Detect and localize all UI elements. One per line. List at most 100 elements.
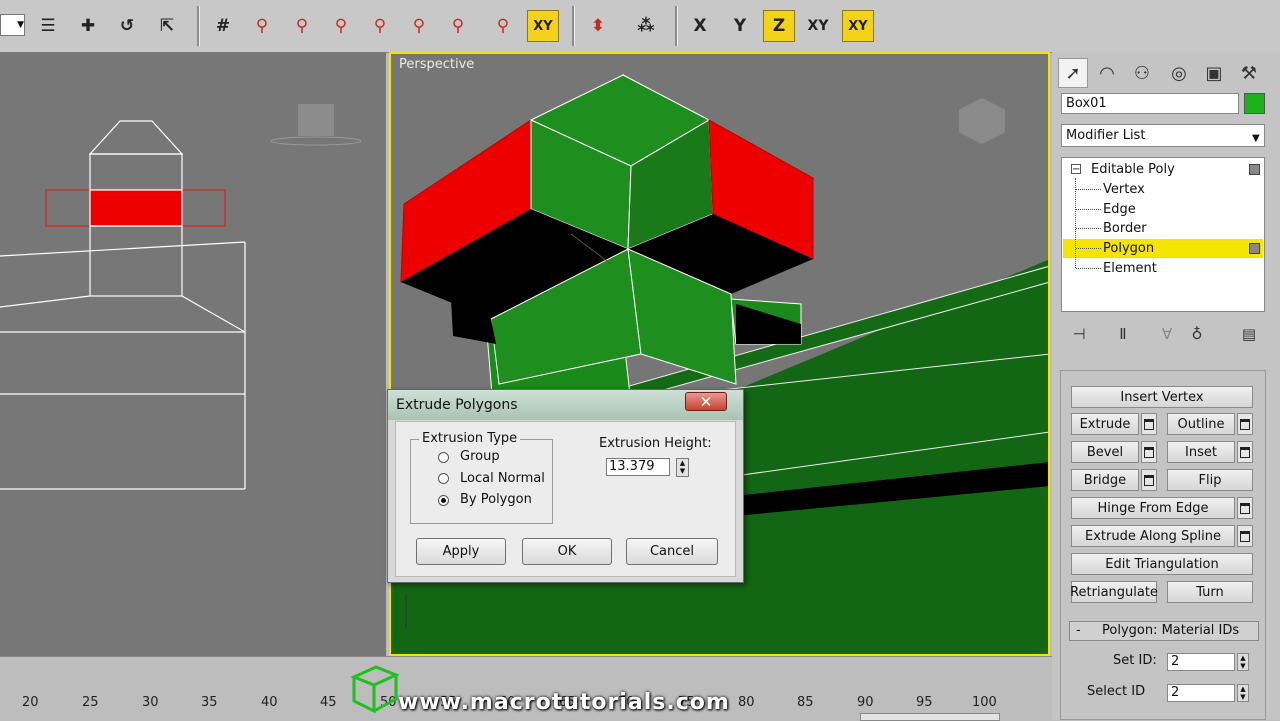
utilities-tab-icon[interactable]: ⚒ [1234, 58, 1264, 88]
snap-edge-icon[interactable]: ⚲ [364, 10, 396, 42]
turn-button[interactable]: Turn [1167, 581, 1253, 603]
pin-stack-icon[interactable]: ⊣ [1067, 322, 1091, 346]
snap-midpoint-icon[interactable]: ⚲ [325, 10, 357, 42]
select-id-field[interactable]: 2 [1167, 684, 1235, 702]
radio-label-local-normal[interactable]: Local Normal [460, 471, 545, 486]
insert-vertex-button[interactable]: Insert Vertex [1071, 386, 1253, 408]
extrude-settings-icon[interactable] [1141, 413, 1157, 435]
front-viewport[interactable] [0, 52, 386, 656]
stack-item-label: Vertex [1103, 182, 1145, 197]
scale-icon[interactable]: ⇱ [151, 10, 183, 42]
rollout-title: Polygon: Material IDs [1102, 623, 1240, 638]
rotate-icon[interactable]: ↺ [111, 10, 143, 42]
viewcube-icon[interactable] [270, 104, 362, 146]
extrude-spline-settings-icon[interactable] [1237, 525, 1253, 547]
cancel-button[interactable]: Cancel [626, 538, 718, 565]
axis-y-button[interactable]: Y [724, 10, 756, 42]
dialog-title-bar[interactable]: Extrude Polygons ✕ [388, 390, 743, 420]
selection-filter-dropdown[interactable]: ▼ [0, 14, 25, 36]
radio-label-by-polygon[interactable]: By Polygon [460, 492, 532, 507]
collapse-toggle[interactable]: - [1076, 622, 1081, 640]
snap-grid-icon[interactable]: # [207, 10, 239, 42]
stack-item-vertex[interactable]: Vertex [1063, 180, 1263, 199]
snap-perpendicular-icon[interactable]: ⚲ [487, 10, 519, 42]
stack-item-editable-poly[interactable]: − Editable Poly [1063, 160, 1263, 179]
timeline-tick: 45 [320, 695, 337, 710]
axis-xy-button[interactable]: XY [802, 10, 834, 42]
make-unique-icon[interactable]: ∀ [1155, 322, 1179, 346]
extrude-along-spline-button[interactable]: Extrude Along Spline [1071, 525, 1235, 547]
axis-xy-cycle-button[interactable]: XY [842, 10, 874, 42]
radio-by-polygon[interactable] [438, 495, 449, 506]
flip-button[interactable]: Flip [1167, 469, 1253, 491]
timeline-tick: 95 [916, 695, 933, 710]
extrusion-height-spinner[interactable]: ▲ ▼ [676, 458, 689, 477]
retriangulate-button[interactable]: Retriangulate [1070, 581, 1158, 603]
modifier-list-dropdown[interactable]: Modifier List ▼ [1061, 124, 1265, 147]
watermark-text: www.macrotutorials.com [398, 690, 730, 715]
snap-face-icon[interactable]: ⚲ [403, 10, 435, 42]
timeline-tick: 80 [738, 695, 755, 710]
extrude-polygons-dialog: Extrude Polygons ✕ Extrusion Type Group … [387, 389, 744, 583]
collapse-icon[interactable]: − [1071, 164, 1081, 175]
select-id-spinner[interactable]: ▲ ▼ [1237, 684, 1249, 702]
bevel-settings-icon[interactable] [1141, 441, 1157, 463]
ok-button[interactable]: OK [522, 538, 612, 565]
stack-item-label: Edge [1103, 202, 1136, 217]
close-icon[interactable]: ✕ [685, 392, 727, 411]
edit-triangulation-button[interactable]: Edit Triangulation [1071, 553, 1253, 575]
snap-pivot-icon[interactable]: ⚲ [442, 10, 474, 42]
apply-button[interactable]: Apply [416, 538, 506, 565]
object-name-field[interactable]: Box01 [1061, 93, 1239, 114]
stack-root-label: Editable Poly [1091, 162, 1175, 177]
object-color-swatch[interactable] [1244, 93, 1265, 114]
select-by-name-icon[interactable]: ☰ [32, 10, 64, 42]
inset-settings-icon[interactable] [1237, 441, 1253, 463]
radio-group[interactable] [438, 452, 449, 463]
snap-vertex-icon[interactable]: ⚲ [246, 10, 278, 42]
hinge-settings-icon[interactable] [1237, 497, 1253, 519]
material-ids-rollout-header[interactable]: - Polygon: Material IDs [1069, 621, 1259, 641]
stack-item-polygon[interactable]: Polygon [1063, 239, 1263, 258]
move-icon[interactable]: ✚ [72, 10, 104, 42]
axis-z-button[interactable]: Z [763, 10, 795, 42]
array-icon[interactable]: ⁂ [630, 10, 662, 42]
dialog-title: Extrude Polygons [396, 397, 518, 413]
modifier-list-label: Modifier List [1066, 128, 1146, 143]
radio-local-normal[interactable] [438, 473, 449, 484]
bridge-settings-icon[interactable] [1141, 469, 1157, 491]
extrude-button[interactable]: Extrude [1071, 413, 1139, 435]
stack-item-border[interactable]: Border [1063, 219, 1263, 238]
outline-settings-icon[interactable] [1237, 413, 1253, 435]
group-title: Extrusion Type [419, 431, 521, 446]
timeline-tick: 90 [857, 695, 874, 710]
outline-button[interactable]: Outline [1167, 413, 1235, 435]
create-tab-icon[interactable]: ➚ [1058, 58, 1088, 88]
extrusion-height-input[interactable]: 13.379 [606, 458, 670, 476]
stack-toggle-icon[interactable] [1249, 243, 1260, 254]
stack-tools: ⊣ Ⅱ ∀ ♁ ▤ [1061, 320, 1265, 348]
motion-tab-icon[interactable]: ◎ [1164, 58, 1194, 88]
stack-item-edge[interactable]: Edge [1063, 200, 1263, 219]
bridge-button[interactable]: Bridge [1071, 469, 1139, 491]
snap-endpoint-icon[interactable]: ⚲ [286, 10, 318, 42]
set-id-spinner[interactable]: ▲ ▼ [1237, 653, 1249, 671]
stack-item-element[interactable]: Element [1063, 259, 1263, 278]
modify-tab-icon[interactable]: ◠ [1092, 58, 1122, 88]
bevel-button[interactable]: Bevel [1071, 441, 1139, 463]
radio-label-group[interactable]: Group [460, 449, 500, 464]
axis-x-button[interactable]: X [684, 10, 716, 42]
hinge-from-edge-button[interactable]: Hinge From Edge [1071, 497, 1235, 519]
configure-sets-icon[interactable]: ▤ [1237, 322, 1261, 346]
display-tab-icon[interactable]: ▣ [1199, 58, 1229, 88]
stack-toggle-icon[interactable] [1249, 164, 1260, 175]
snap-axis-constraint-button[interactable]: XY [527, 10, 559, 42]
inset-button[interactable]: Inset [1167, 441, 1235, 463]
remove-modifier-icon[interactable]: ♁ [1185, 322, 1209, 346]
select-id-button[interactable]: Select ID [1087, 684, 1145, 699]
hierarchy-tab-icon[interactable]: ⚇ [1127, 58, 1157, 88]
set-id-field[interactable]: 2 [1167, 653, 1235, 671]
align-icon[interactable]: ⬍ [582, 10, 614, 42]
command-panel: ➚ ◠ ⚇ ◎ ▣ ⚒ Box01 Modifier List ▼ − Edit… [1052, 52, 1280, 720]
show-end-result-icon[interactable]: Ⅱ [1111, 322, 1135, 346]
